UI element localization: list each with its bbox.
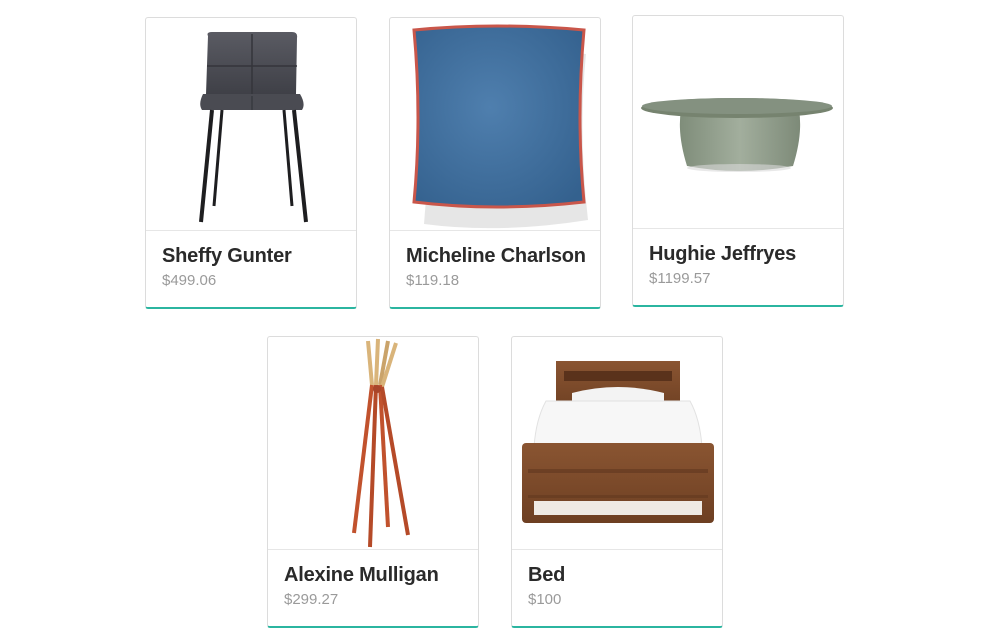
product-card[interactable]: Sheffy Gunter $499.06 xyxy=(145,17,357,309)
product-name: Sheffy Gunter xyxy=(162,245,292,267)
product-image xyxy=(633,16,843,229)
throw-pillow-image xyxy=(412,24,588,229)
product-image xyxy=(146,18,356,231)
product-info: Sheffy Gunter $499.06 xyxy=(162,243,348,290)
product-price: $119.18 xyxy=(406,272,460,289)
product-image xyxy=(268,337,478,550)
product-info: Hughie Jeffryes $1199.57 xyxy=(649,241,835,288)
product-name: Micheline Charlson xyxy=(406,245,586,267)
product-card[interactable]: Micheline Charlson $119.18 xyxy=(389,17,601,309)
product-info: Bed $100 xyxy=(528,562,714,609)
coffee-table-image xyxy=(641,98,833,172)
product-info: Alexine Mulligan $299.27 xyxy=(284,562,470,609)
product-info: Micheline Charlson $119.18 xyxy=(406,243,592,290)
product-price: $499.06 xyxy=(162,272,217,289)
product-price: $299.27 xyxy=(284,591,339,608)
product-card[interactable]: Hughie Jeffryes $1199.57 xyxy=(632,15,844,307)
product-name: Alexine Mulligan xyxy=(284,564,439,586)
product-price: $100 xyxy=(528,591,562,608)
product-image xyxy=(390,18,600,231)
product-grid: Sheffy Gunter $499.06 Micheline Charlson xyxy=(0,0,991,641)
product-name: Hughie Jeffryes xyxy=(649,243,797,265)
product-name: Bed xyxy=(528,564,566,586)
bed-image xyxy=(522,361,714,523)
product-card[interactable]: Alexine Mulligan $299.27 xyxy=(267,336,479,628)
product-price: $1199.57 xyxy=(649,270,711,287)
product-image xyxy=(512,337,722,550)
coat-rack-image xyxy=(352,338,410,548)
dining-chair-image xyxy=(199,32,308,223)
product-card[interactable]: Bed $100 xyxy=(511,336,723,628)
